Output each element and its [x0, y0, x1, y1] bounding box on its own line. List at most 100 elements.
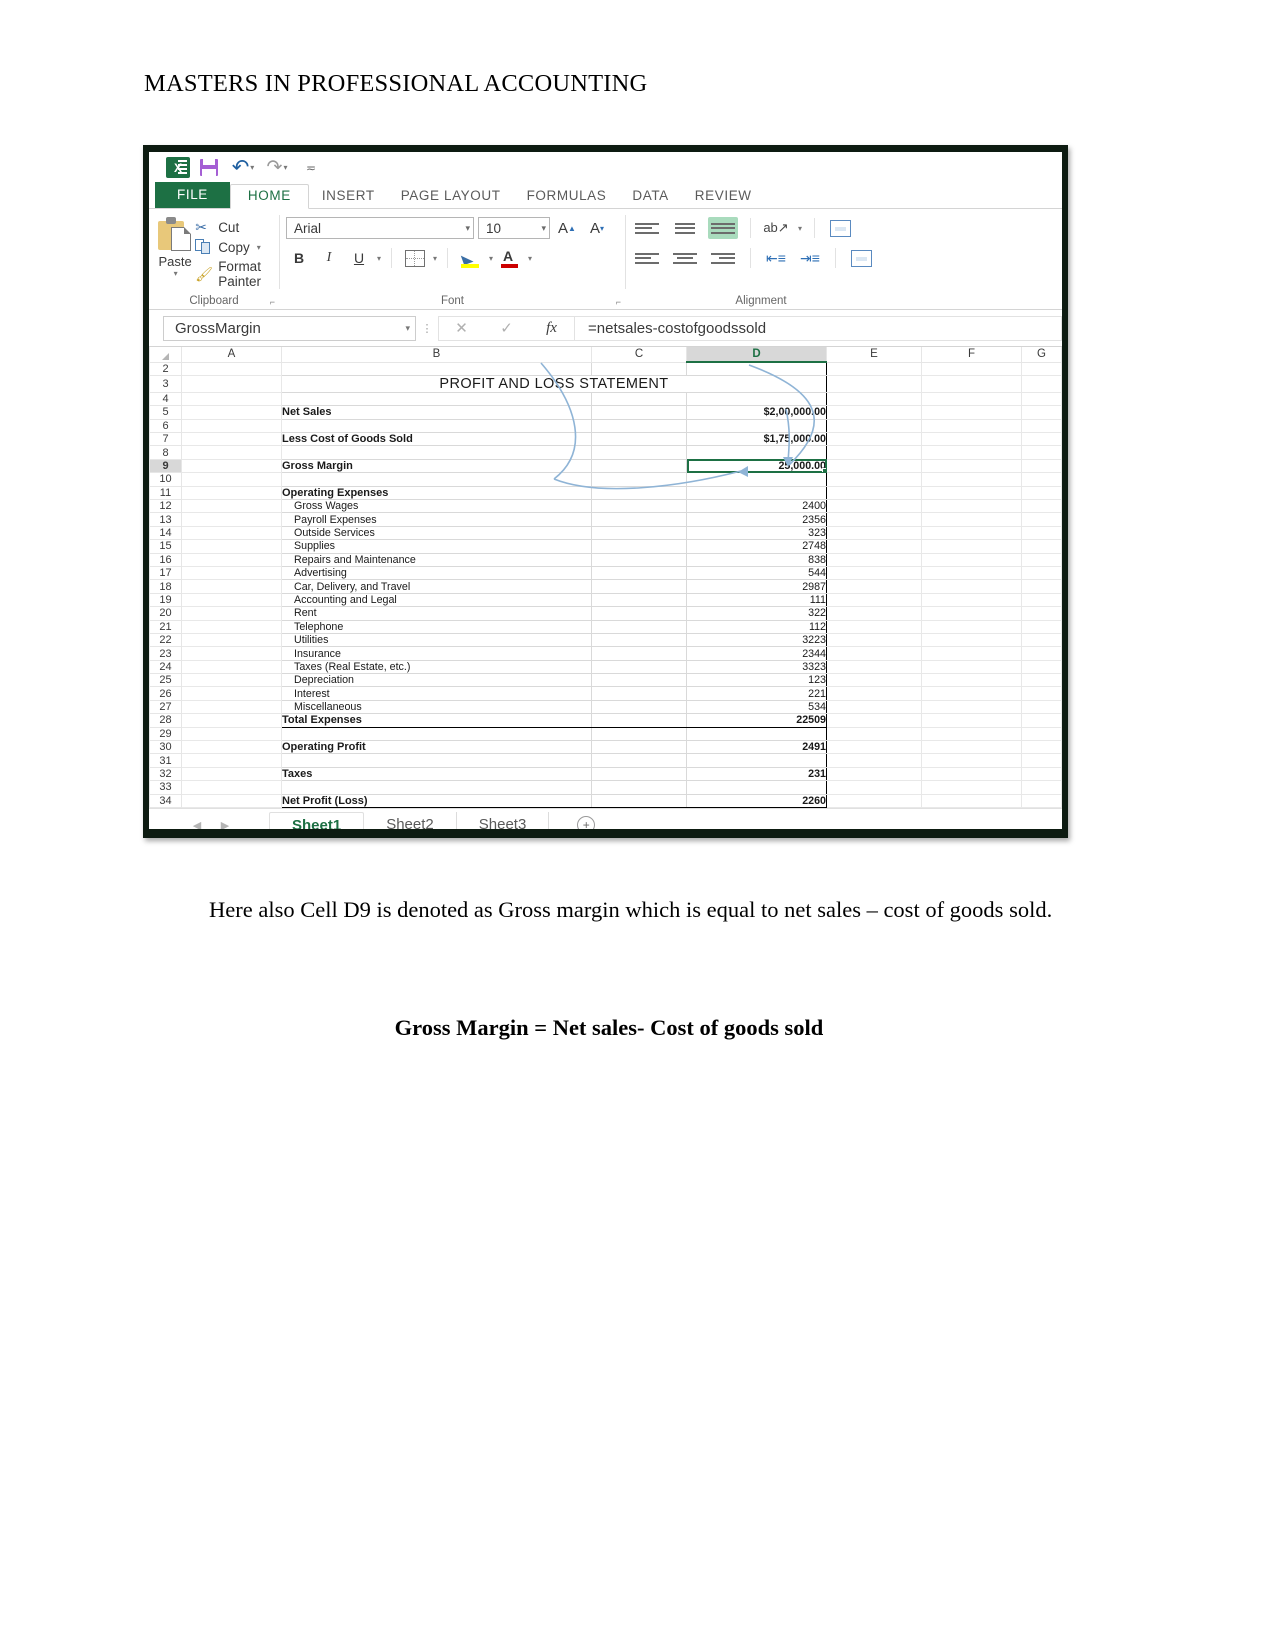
cell-E19[interactable]	[826, 592, 922, 608]
cell-B25[interactable]: Depreciation	[281, 673, 592, 688]
cell-A18[interactable]	[181, 579, 282, 594]
cell-C18[interactable]	[591, 579, 687, 594]
cell-G8[interactable]	[1021, 445, 1062, 460]
font-size-select[interactable]: 10 ▾	[478, 217, 550, 239]
cell-A7[interactable]	[181, 432, 282, 447]
cell-C11[interactable]	[591, 485, 687, 501]
cell-C16[interactable]	[591, 552, 687, 567]
column-header-g[interactable]: G	[1021, 347, 1062, 363]
cell-C31[interactable]	[591, 753, 687, 768]
previous-sheet-button[interactable]: ◀	[183, 819, 211, 830]
cell-B14[interactable]: Outside Services	[281, 525, 592, 541]
cell-F13[interactable]	[921, 512, 1022, 527]
row-header-5[interactable]: 5	[149, 405, 182, 420]
cell-C25[interactable]	[591, 673, 687, 688]
cell-B13[interactable]: Payroll Expenses	[281, 512, 592, 527]
cell-E21[interactable]	[826, 619, 922, 634]
cell-D19[interactable]: 111	[686, 592, 827, 608]
row-header-29[interactable]: 29	[149, 726, 182, 742]
cell-E28[interactable]	[826, 713, 922, 728]
row-header-33[interactable]: 33	[149, 780, 182, 795]
cell-E14[interactable]	[826, 525, 922, 541]
cell-C6[interactable]	[591, 418, 687, 434]
cell-E18[interactable]	[826, 579, 922, 594]
cell-A19[interactable]	[181, 592, 282, 608]
cell-C10[interactable]	[591, 472, 687, 487]
cell-F19[interactable]	[921, 592, 1022, 608]
row-header-19[interactable]: 19	[149, 592, 182, 608]
cell-D12[interactable]: 2400	[686, 499, 827, 514]
cell-B21[interactable]: Telephone	[281, 619, 592, 634]
cell-D31[interactable]	[686, 753, 827, 768]
cell-C17[interactable]	[591, 565, 687, 581]
cell-A25[interactable]	[181, 673, 282, 688]
cell-D18[interactable]: 2987	[686, 579, 827, 594]
cell-D26[interactable]: 221	[686, 686, 827, 701]
cell-C4[interactable]	[591, 391, 687, 407]
cell-D6[interactable]	[686, 418, 827, 434]
cell-D13[interactable]: 2356	[686, 512, 827, 527]
cell-F14[interactable]	[921, 525, 1022, 541]
tab-home[interactable]: HOME	[229, 184, 309, 209]
row-header-23[interactable]: 23	[149, 646, 182, 661]
row-header-4[interactable]: 4	[149, 391, 182, 407]
cell-B8[interactable]	[281, 445, 592, 460]
cell-F18[interactable]	[921, 579, 1022, 594]
font-color-dropdown-icon[interactable]: ▾	[528, 254, 532, 263]
row-header-12[interactable]: 12	[149, 499, 182, 514]
cell-A16[interactable]	[181, 552, 282, 567]
cell-A6[interactable]	[181, 418, 282, 434]
select-all-corner[interactable]	[149, 347, 182, 363]
cell-G25[interactable]	[1021, 673, 1062, 688]
cell-E17[interactable]	[826, 565, 922, 581]
cell-B22[interactable]: Utilities	[281, 632, 592, 648]
cell-A3[interactable]	[181, 374, 282, 393]
column-header-f[interactable]: F	[921, 347, 1022, 363]
borders-button[interactable]	[402, 246, 428, 270]
copy-button[interactable]: Copy ▾	[195, 239, 273, 255]
cell-F10[interactable]	[921, 472, 1022, 487]
cell-F8[interactable]	[921, 445, 1022, 460]
cell-F17[interactable]	[921, 565, 1022, 581]
cell-D8[interactable]	[686, 445, 827, 460]
cell-C32[interactable]	[591, 766, 687, 782]
align-top-button[interactable]	[632, 217, 662, 239]
cell-B18[interactable]: Car, Delivery, and Travel	[281, 579, 592, 594]
cell-F32[interactable]	[921, 766, 1022, 782]
cell-E7[interactable]	[826, 432, 922, 447]
sheet-tab-sheet2[interactable]: Sheet2	[364, 812, 457, 829]
cell-E16[interactable]	[826, 552, 922, 567]
align-center-button[interactable]	[670, 247, 700, 269]
cell-C29[interactable]	[591, 726, 687, 742]
cell-G2[interactable]	[1021, 361, 1062, 376]
cell-C5[interactable]	[591, 405, 687, 420]
cell-B23[interactable]: Insurance	[281, 646, 592, 661]
cut-button[interactable]: ✂ Cut	[195, 219, 273, 235]
cell-D33[interactable]	[686, 780, 827, 795]
row-header-3[interactable]: 3	[149, 374, 182, 393]
cell-B15[interactable]: Supplies	[281, 539, 592, 554]
cell-A2[interactable]	[181, 361, 282, 376]
cell-E26[interactable]	[826, 686, 922, 701]
cell-G18[interactable]	[1021, 579, 1062, 594]
cell-G6[interactable]	[1021, 418, 1062, 434]
cell-E10[interactable]	[826, 472, 922, 487]
row-header-14[interactable]: 14	[149, 525, 182, 541]
cell-A29[interactable]	[181, 726, 282, 742]
cancel-formula-button[interactable]: ✕	[439, 317, 484, 340]
cell-D14[interactable]: 323	[686, 525, 827, 541]
cell-F4[interactable]	[921, 391, 1022, 407]
cell-G12[interactable]	[1021, 499, 1062, 514]
row-header-28[interactable]: 28	[149, 713, 182, 728]
row-header-10[interactable]: 10	[149, 472, 182, 487]
column-header-d[interactable]: D	[686, 347, 827, 363]
cell-C13[interactable]	[591, 512, 687, 527]
cell-D22[interactable]: 3223	[686, 632, 827, 648]
undo-icon[interactable]: ↶ ▾	[228, 156, 258, 180]
borders-dropdown-icon[interactable]: ▾	[433, 254, 437, 263]
row-header-6[interactable]: 6	[149, 418, 182, 434]
increase-indent-button[interactable]: ⇥≡	[797, 246, 823, 270]
merge-center-button[interactable]	[848, 246, 874, 270]
cell-E6[interactable]	[826, 418, 922, 434]
cell-D16[interactable]: 838	[686, 552, 827, 567]
